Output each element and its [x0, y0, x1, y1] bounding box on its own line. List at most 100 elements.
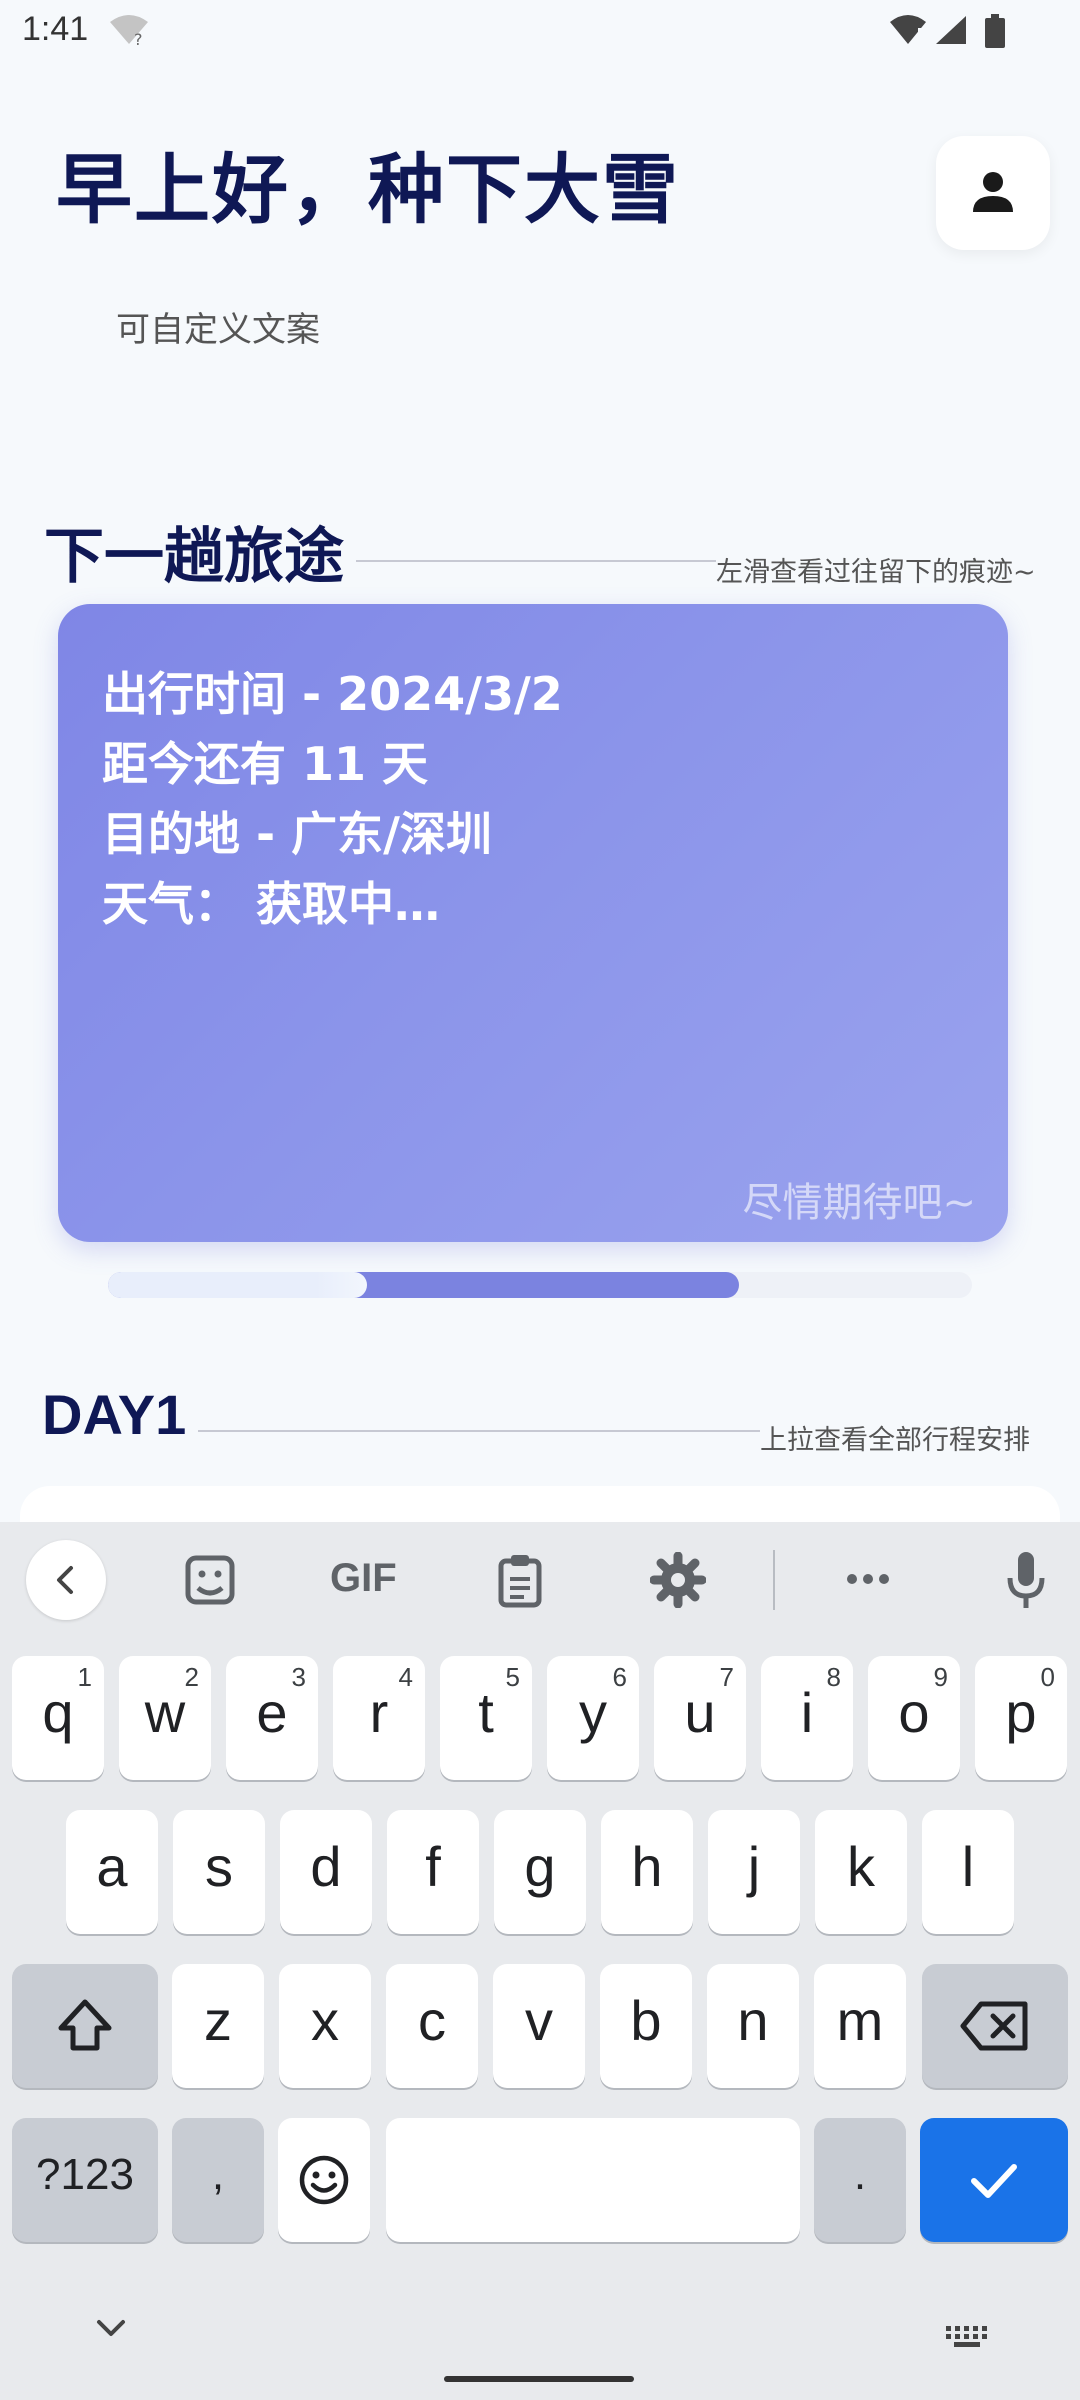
trip-departure-time: 出行时间 - 2024/3/2 [102, 667, 563, 721]
shift-key[interactable] [12, 1964, 158, 2088]
key-label: s [205, 1835, 233, 1898]
key-y[interactable]: y6 [547, 1656, 639, 1780]
key-label: z [204, 1989, 232, 2052]
key-number-hint: 1 [77, 1662, 92, 1692]
emoji-key[interactable] [278, 2118, 370, 2242]
key-v[interactable]: v [493, 1964, 585, 2088]
key-i[interactable]: i8 [761, 1656, 853, 1780]
day-title: DAY1 [42, 1383, 187, 1446]
carousel-progress-highlight [108, 1272, 367, 1298]
key-t[interactable]: t5 [440, 1656, 532, 1780]
trip-card-footer: 尽情期待吧~ [742, 1180, 976, 1226]
trip-card[interactable]: 出行时间 - 2024/3/2 距今还有 11 天 目的地 - 广东/深圳 天气… [58, 604, 1008, 1242]
key-number-hint: 4 [398, 1662, 413, 1692]
key-h[interactable]: h [601, 1810, 693, 1934]
status-bar: 1:41 ? [0, 0, 1080, 66]
key-k[interactable]: k [815, 1810, 907, 1934]
more-dots-icon[interactable] [846, 1572, 890, 1586]
keyboard-toolbar: GIF [0, 1522, 1080, 1642]
clipboard-icon[interactable] [492, 1552, 548, 1608]
symbols-key[interactable]: ?123 [12, 2118, 158, 2242]
key-d[interactable]: d [280, 1810, 372, 1934]
custom-subtitle[interactable]: 可自定义文案 [116, 302, 320, 351]
symbols-key-label: ?123 [36, 2150, 134, 2199]
key-b[interactable]: b [600, 1964, 692, 2088]
key-n[interactable]: n [707, 1964, 799, 2088]
key-number-hint: 5 [505, 1662, 520, 1692]
microphone-icon[interactable] [1006, 1550, 1046, 1610]
key-q[interactable]: q1 [12, 1656, 104, 1780]
key-a[interactable]: a [66, 1810, 158, 1934]
key-label: n [737, 1989, 769, 2052]
toolbar-back-button[interactable] [26, 1540, 106, 1620]
profile-button[interactable] [936, 136, 1050, 250]
key-label: v [525, 1989, 553, 2052]
key-r[interactable]: r4 [333, 1656, 425, 1780]
toolbar-separator [773, 1550, 775, 1610]
cell-signal-icon [936, 16, 966, 44]
hide-keyboard-chevron-icon[interactable] [96, 2318, 126, 2338]
space-key[interactable] [386, 2118, 800, 2242]
key-s[interactable]: s [173, 1810, 265, 1934]
svg-text:?: ? [134, 30, 143, 46]
key-f[interactable]: f [387, 1810, 479, 1934]
trip-countdown: 距今还有 11 天 [102, 737, 429, 791]
key-number-hint: 7 [719, 1662, 734, 1692]
greeting-title: 早上好，种下大雪 [56, 145, 680, 234]
key-c[interactable]: c [386, 1964, 478, 2088]
key-m[interactable]: m [814, 1964, 906, 2088]
key-number-hint: 2 [184, 1662, 199, 1692]
shift-arrow-icon [58, 1999, 112, 2051]
key-label: f [425, 1835, 441, 1898]
wifi-alert-icon [890, 15, 926, 44]
key-label: b [630, 1989, 662, 2052]
key-label: x [311, 1989, 339, 2052]
key-number-hint: 0 [1040, 1662, 1055, 1692]
checkmark-icon [971, 2164, 1017, 2198]
key-w[interactable]: w2 [119, 1656, 211, 1780]
key-p[interactable]: p0 [975, 1656, 1067, 1780]
key-number-hint: 6 [612, 1662, 627, 1692]
key-label: k [847, 1835, 875, 1898]
backspace-key[interactable] [922, 1964, 1068, 2088]
key-u[interactable]: u7 [654, 1656, 746, 1780]
backspace-icon [960, 2001, 1028, 2051]
key-j[interactable]: j [708, 1810, 800, 1934]
key-label: h [631, 1835, 663, 1898]
battery-icon [985, 14, 1005, 48]
trip-destination: 目的地 - 广东/深圳 [102, 807, 492, 861]
trip-weather: 天气： 获取中… [102, 877, 441, 931]
key-number-hint: 3 [291, 1662, 306, 1692]
person-icon [973, 172, 1013, 212]
itinerary-card[interactable] [20, 1486, 1060, 1526]
keyboard-switch-icon[interactable] [944, 2324, 992, 2350]
wifi-icon: ? [110, 15, 148, 46]
section-divider [198, 1430, 760, 1432]
key-label: c [418, 1989, 446, 2052]
next-trip-title: 下一趟旅途 [44, 522, 344, 592]
period-key[interactable]: . [814, 2118, 906, 2242]
key-x[interactable]: x [279, 1964, 371, 2088]
settings-gear-icon[interactable] [650, 1552, 706, 1608]
key-number-hint: 9 [933, 1662, 948, 1692]
section-divider [356, 560, 716, 562]
next-trip-hint: 左滑查看过往留下的痕迹~ [716, 557, 1036, 588]
period-key-label: . [853, 2150, 867, 2199]
soft-keyboard: GIF ?123 , . q 1 w 2 e 3 r 4 t 5 y 6 u 7… [0, 1522, 1080, 2400]
status-time: 1:41 [22, 10, 89, 48]
sticker-icon[interactable] [182, 1552, 238, 1608]
key-label: g [524, 1835, 556, 1898]
key-label: j [747, 1835, 761, 1898]
carousel-progress [108, 1272, 972, 1298]
chevron-left-icon [57, 1566, 73, 1594]
comma-key[interactable]: , [172, 2118, 264, 2242]
enter-key[interactable] [920, 2118, 1068, 2242]
key-e[interactable]: e3 [226, 1656, 318, 1780]
emoji-icon [299, 2155, 349, 2205]
key-g[interactable]: g [494, 1810, 586, 1934]
home-gesture-bar[interactable] [444, 2376, 634, 2382]
key-l[interactable]: l [922, 1810, 1014, 1934]
key-z[interactable]: z [172, 1964, 264, 2088]
gif-button[interactable]: GIF [330, 1556, 397, 1601]
key-o[interactable]: o9 [868, 1656, 960, 1780]
